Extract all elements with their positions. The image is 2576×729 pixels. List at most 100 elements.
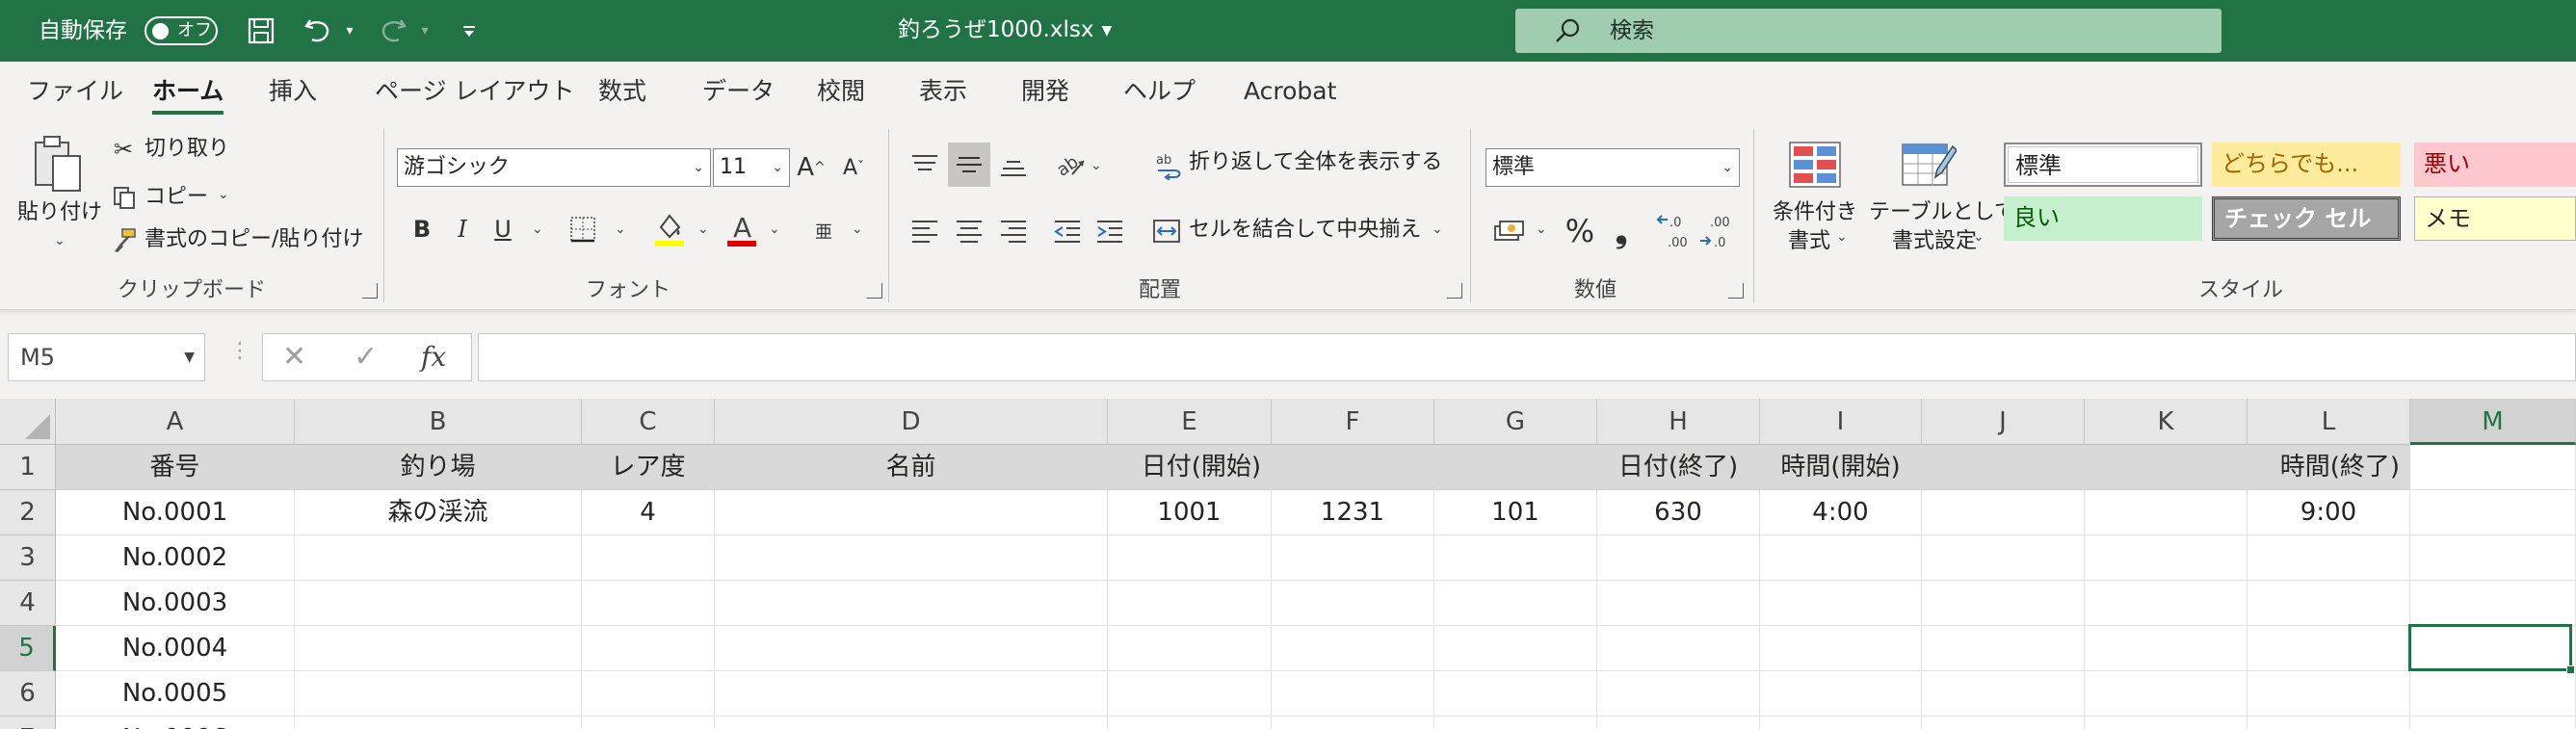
clipboard-launcher-icon[interactable] <box>362 283 378 299</box>
wrap-text-button[interactable]: 折り返して全体を表示する <box>1189 148 1442 177</box>
cell-f2[interactable]: 1231 <box>1272 490 1434 535</box>
cell-b3[interactable] <box>295 535 582 581</box>
cell-e1[interactable]: 日付(開始) <box>1108 445 1272 490</box>
cell-m7[interactable] <box>2410 716 2576 729</box>
percent-style-button[interactable]: % <box>1561 210 1599 252</box>
undo-dropdown-icon[interactable]: ▾ <box>341 13 358 48</box>
number-launcher-icon[interactable] <box>1728 283 1744 299</box>
cell-i3[interactable] <box>1760 535 1922 581</box>
font-color-icon[interactable]: A <box>724 208 759 250</box>
column-header-b[interactable]: B <box>295 399 582 445</box>
cell-g3[interactable] <box>1434 535 1597 581</box>
decrease-font-size-icon[interactable]: Aˇ <box>836 148 871 187</box>
cell-h1[interactable]: 日付(終了) <box>1597 445 1760 490</box>
cell-i1[interactable]: 時間(開始) <box>1760 445 1922 490</box>
cell-k3[interactable] <box>2085 535 2247 581</box>
name-box[interactable]: M5 ▼ <box>8 333 205 381</box>
cell-d7[interactable] <box>715 716 1108 729</box>
cell-f3[interactable] <box>1272 535 1434 581</box>
redo-icon[interactable] <box>374 13 412 48</box>
cell-a6[interactable]: No.0005 <box>56 671 295 716</box>
cell-e5[interactable] <box>1108 626 1272 671</box>
cell-m1[interactable] <box>2410 445 2576 490</box>
style-neutral[interactable]: どちらでも... <box>2212 143 2401 187</box>
conditional-formatting-line2[interactable]: 書式 <box>1788 227 1830 256</box>
column-header-i[interactable]: I <box>1760 399 1922 445</box>
cell-c6[interactable] <box>582 671 715 716</box>
tab-review[interactable]: 校閲 <box>817 76 865 107</box>
cell-f5[interactable] <box>1272 626 1434 671</box>
cell-e2[interactable]: 1001 <box>1108 490 1272 535</box>
tab-file[interactable]: ファイル <box>27 76 123 107</box>
copy-button[interactable]: コピー <box>145 183 208 212</box>
cell-j3[interactable] <box>1922 535 2085 581</box>
tab-formulas[interactable]: 数式 <box>598 76 646 107</box>
cell-b7[interactable] <box>295 716 582 729</box>
select-all-corner[interactable] <box>0 399 56 445</box>
cell-e7[interactable] <box>1108 716 1272 729</box>
fill-handle[interactable] <box>2566 665 2575 674</box>
cell-h5[interactable] <box>1597 626 1760 671</box>
merge-center-button[interactable]: セルを結合して中央揃え <box>1189 216 1421 245</box>
cell-k4[interactable] <box>2085 581 2247 626</box>
column-header-h[interactable]: H <box>1597 399 1760 445</box>
cell-d1[interactable]: 名前 <box>715 445 1108 490</box>
cell-b6[interactable] <box>295 671 582 716</box>
style-normal[interactable]: 標準 <box>2004 143 2202 187</box>
cell-l6[interactable] <box>2247 671 2410 716</box>
column-header-g[interactable]: G <box>1434 399 1597 445</box>
cell-d3[interactable] <box>715 535 1108 581</box>
cell-i7[interactable] <box>1760 716 1922 729</box>
conditional-formatting-icon[interactable] <box>1786 139 1844 193</box>
borders-dropdown-icon[interactable]: ⌄ <box>615 221 626 237</box>
increase-decimal-icon[interactable]: .0.00 <box>1655 210 1694 252</box>
accounting-dropdown-icon[interactable]: ⌄ <box>1536 221 1547 237</box>
tab-home[interactable]: ホーム <box>152 76 224 115</box>
format-as-table-icon[interactable] <box>1900 139 1958 193</box>
borders-icon[interactable] <box>566 212 599 247</box>
autosave-toggle[interactable]: オフ <box>145 16 218 45</box>
style-check-cell[interactable]: チェック セル <box>2212 196 2401 241</box>
style-bad[interactable]: 悪い <box>2414 143 2576 187</box>
align-bottom-icon[interactable] <box>996 146 1031 185</box>
cell-j1[interactable] <box>1922 445 2085 490</box>
cell-e3[interactable] <box>1108 535 1272 581</box>
redo-dropdown-icon[interactable]: ▾ <box>416 13 434 48</box>
cell-b5[interactable] <box>295 626 582 671</box>
cell-g2[interactable]: 101 <box>1434 490 1597 535</box>
cell-b1[interactable]: 釣り場 <box>295 445 582 490</box>
insert-function-icon[interactable]: fx <box>421 340 446 375</box>
cell-a1[interactable]: 番号 <box>56 445 295 490</box>
active-cell-outline[interactable] <box>2408 624 2575 674</box>
font-name-select[interactable]: 游ゴシック ⌄ <box>397 148 711 187</box>
cell-j5[interactable] <box>1922 626 2085 671</box>
cell-a3[interactable]: No.0002 <box>56 535 295 581</box>
enter-icon[interactable]: ✓ <box>354 340 378 375</box>
cell-l5[interactable] <box>2247 626 2410 671</box>
cell-d6[interactable] <box>715 671 1108 716</box>
column-header-c[interactable]: C <box>582 399 715 445</box>
cell-b4[interactable] <box>295 581 582 626</box>
tab-data[interactable]: データ <box>702 76 775 107</box>
decrease-indent-icon[interactable] <box>1050 212 1085 250</box>
comma-style-button[interactable]: ❟ <box>1605 210 1638 252</box>
font-launcher-icon[interactable] <box>867 283 882 299</box>
cell-m3[interactable] <box>2410 535 2576 581</box>
tab-page-layout[interactable]: ページ レイアウト <box>375 76 574 107</box>
column-header-d[interactable]: D <box>715 399 1108 445</box>
cell-c3[interactable] <box>582 535 715 581</box>
cell-m2[interactable] <box>2410 490 2576 535</box>
alignment-launcher-icon[interactable] <box>1447 283 1462 299</box>
cell-h7[interactable] <box>1597 716 1760 729</box>
cell-d5[interactable] <box>715 626 1108 671</box>
align-left-icon[interactable] <box>907 212 942 250</box>
furigana-icon[interactable]: 亜 <box>807 212 840 250</box>
increase-indent-icon[interactable] <box>1092 212 1127 250</box>
column-header-e[interactable]: E <box>1108 399 1272 445</box>
furigana-dropdown-icon[interactable]: ⌄ <box>852 221 863 237</box>
cell-l7[interactable] <box>2247 716 2410 729</box>
cell-c7[interactable] <box>582 716 715 729</box>
tab-insert[interactable]: 挿入 <box>269 76 317 107</box>
style-good[interactable]: 良い <box>2004 196 2202 241</box>
cell-c4[interactable] <box>582 581 715 626</box>
